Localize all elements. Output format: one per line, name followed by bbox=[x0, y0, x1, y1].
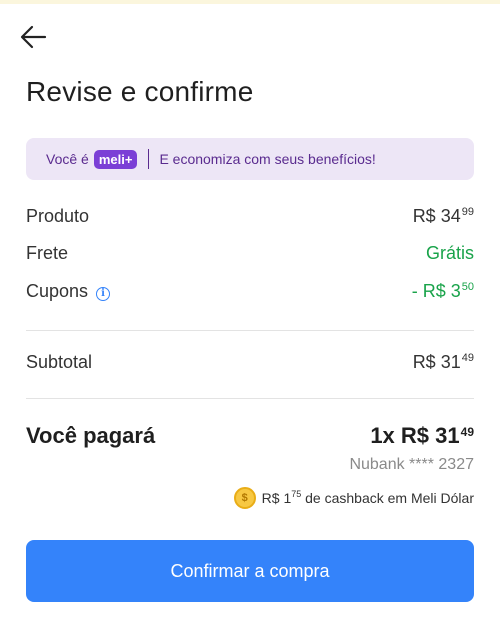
payment-card: Nubank **** 2327 bbox=[349, 456, 474, 473]
total-installments: 1x R$ bbox=[370, 423, 430, 448]
subtotal-cents: 49 bbox=[461, 352, 474, 364]
produto-currency: R$ bbox=[412, 206, 436, 226]
produto-cents: 99 bbox=[461, 206, 474, 218]
cupons-prefix: - R$ bbox=[411, 281, 446, 301]
frete-label: Frete bbox=[26, 243, 69, 263]
cashback-text: de cashback em Meli Dólar bbox=[305, 490, 474, 506]
meli-plus-banner[interactable]: Você é meli+ E economiza com seus benefí… bbox=[26, 138, 474, 180]
arrow-left-icon bbox=[20, 25, 47, 49]
divider bbox=[26, 398, 474, 399]
total-cents: 49 bbox=[460, 425, 474, 439]
subtotal-amount: R$ 31 49 bbox=[413, 352, 474, 373]
meli-banner-message: E economiza com seus benefícios! bbox=[159, 151, 376, 167]
confirm-purchase-button[interactable]: Confirmar a compra bbox=[26, 540, 474, 602]
cupons-amount: - R$ 3 50 bbox=[412, 281, 474, 302]
cashback-cents: 75 bbox=[291, 489, 302, 499]
cupons-label: Cupons bbox=[26, 281, 89, 301]
page-title: Revise e confirme bbox=[26, 76, 254, 107]
divider bbox=[26, 330, 474, 331]
meli-banner-separator bbox=[148, 149, 150, 169]
cashback-currency: R$ bbox=[261, 490, 280, 506]
produto-row: Produto R$ 34 99 bbox=[26, 206, 474, 227]
cupons-cents: 50 bbox=[461, 281, 474, 293]
cashback-line: $ R$ 1 75 de cashback em Meli Dólar bbox=[233, 487, 474, 509]
produto-int: 34 bbox=[440, 206, 461, 226]
cupons-int: 3 bbox=[450, 281, 461, 301]
total-int: 31 bbox=[435, 423, 460, 448]
meli-banner-prefix: Você é bbox=[46, 151, 89, 167]
subtotal-int: 31 bbox=[440, 352, 461, 372]
top-strip bbox=[0, 0, 500, 4]
produto-amount: R$ 34 99 bbox=[413, 206, 474, 227]
total-label: Você pagará bbox=[26, 423, 156, 448]
total-row: Você pagará 1x R$ 31 49 bbox=[26, 423, 474, 449]
coin-icon: $ bbox=[233, 487, 256, 509]
subtotal-currency: R$ bbox=[412, 352, 436, 372]
cashback-int: 1 bbox=[283, 490, 292, 506]
meli-plus-badge: meli+ bbox=[93, 149, 138, 169]
subtotal-label: Subtotal bbox=[26, 352, 93, 372]
total-amount: 1x R$ 31 49 bbox=[370, 423, 474, 449]
subtotal-row: Subtotal R$ 31 49 bbox=[26, 352, 474, 373]
produto-label: Produto bbox=[26, 206, 90, 226]
back-button[interactable] bbox=[18, 22, 54, 52]
cupons-row: Cupons i - R$ 3 50 bbox=[26, 281, 474, 302]
frete-row: Frete Grátis bbox=[26, 243, 474, 264]
info-icon[interactable]: i bbox=[96, 287, 111, 301]
frete-value: Grátis bbox=[425, 243, 474, 263]
cupons-label-group: Cupons i bbox=[26, 281, 111, 302]
